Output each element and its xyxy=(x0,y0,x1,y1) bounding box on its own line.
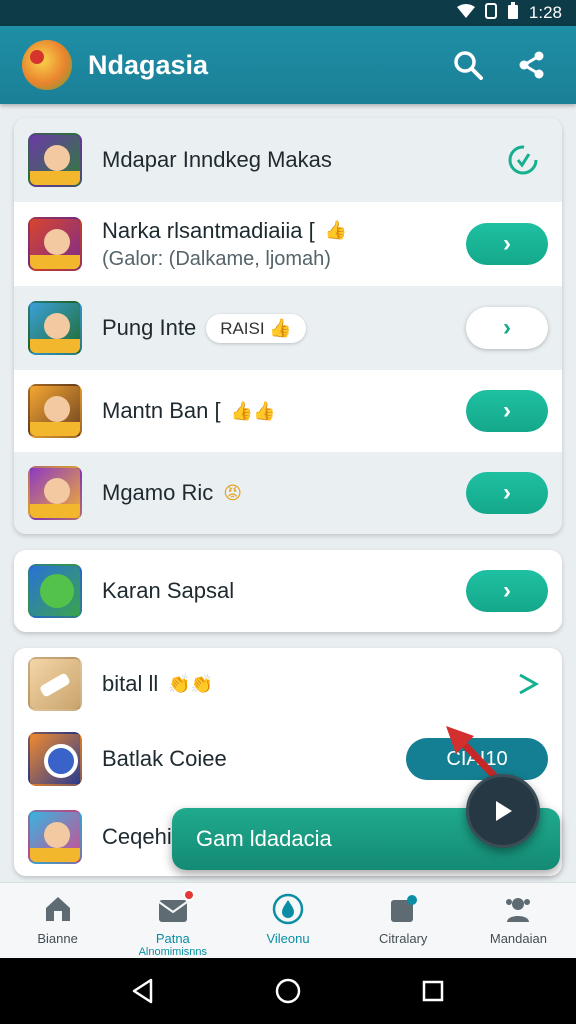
app-thumbnail xyxy=(28,133,82,187)
home-circle-icon xyxy=(275,978,301,1004)
list-item-title: Batlak Coiee xyxy=(102,746,227,771)
app-list-card-1: Mdapar Inndkeg Makas Narka rlsantmadiaii… xyxy=(14,118,562,534)
angry-face-icon: 😡 xyxy=(223,482,243,503)
open-button[interactable]: › xyxy=(466,472,548,514)
profile-icon xyxy=(502,893,534,925)
notification-badge xyxy=(182,889,195,901)
app-bar: Ndagasia xyxy=(0,26,576,104)
list-item-title: Pung Inte xyxy=(102,315,197,340)
chevron-right-icon: › xyxy=(503,577,511,604)
share-icon xyxy=(519,51,544,79)
back-button[interactable] xyxy=(121,969,165,1013)
open-button[interactable]: › xyxy=(466,223,548,265)
open-button[interactable]: › xyxy=(466,307,548,349)
list-item[interactable]: Mdapar Inndkeg Makas xyxy=(14,118,562,202)
floating-action-label: Gam ldadacia xyxy=(196,826,332,851)
recents-button[interactable] xyxy=(411,969,455,1013)
chevron-right-icon: › xyxy=(503,397,511,424)
vibrate-icon xyxy=(484,3,497,23)
list-item-title: Karan Sapsal xyxy=(102,578,235,603)
share-button[interactable] xyxy=(510,43,554,87)
home-button[interactable] xyxy=(266,969,310,1013)
app-title: Ndagasia xyxy=(88,49,209,80)
app-thumbnail xyxy=(28,732,82,786)
list-item[interactable]: Narka rlsantmadiaiia [ 👍 (Galor: (Dalkam… xyxy=(14,202,562,286)
list-item-title: Mgamo Ric xyxy=(102,480,214,505)
list-item[interactable]: Pung Inte RAISI 👍 › xyxy=(14,286,562,370)
search-button[interactable] xyxy=(446,43,490,87)
thumbs-up-icon: 👍 xyxy=(324,220,348,240)
open-button[interactable]: › xyxy=(466,390,548,432)
app-thumbnail xyxy=(28,384,82,438)
nav-label: Vileonu xyxy=(266,931,310,946)
thumbs-up-icon: 👍 xyxy=(269,317,292,338)
wifi-icon xyxy=(456,4,475,22)
app-thumbnail xyxy=(28,301,82,355)
list-item-title: Mantn Ban [ xyxy=(102,398,221,423)
status-time: 1:28 xyxy=(528,3,562,22)
list-item[interactable]: Mantn Ban [ 👍👍 › xyxy=(14,370,562,452)
list-item-subtitle: (Galor: (Dalkame, ljomah) xyxy=(102,247,331,270)
list-item[interactable]: Mgamo Ric 😡 › xyxy=(14,452,562,534)
chevron-right-icon: › xyxy=(503,479,511,506)
refresh-icon[interactable] xyxy=(506,143,540,177)
water-drop-icon xyxy=(272,893,304,925)
list-item-title: Narka rlsantmadiaiia [ xyxy=(102,217,315,243)
status-bar: 1:28 xyxy=(0,0,576,26)
nav-item-profile[interactable]: Mandaian xyxy=(461,883,576,958)
library-icon xyxy=(387,893,419,925)
list-item[interactable]: bital ll 👏👏 xyxy=(14,648,562,720)
tag-pill: RAISI 👍 xyxy=(206,313,306,343)
nav-sublabel: Alnomimisnns xyxy=(138,946,208,958)
nav-label: Citralary xyxy=(379,931,428,946)
open-button[interactable]: › xyxy=(466,570,548,612)
back-triangle-icon xyxy=(132,978,152,1004)
nav-label: Mandaian xyxy=(489,931,547,946)
bottom-navigation: Bianne Patna Alnomimisnns Vileonu Citral… xyxy=(0,882,576,958)
app-thumbnail xyxy=(28,217,82,271)
app-list-card-2: Karan Sapsal › xyxy=(14,550,562,632)
app-logo xyxy=(22,40,72,90)
home-icon xyxy=(42,893,74,925)
battery-icon xyxy=(507,2,519,24)
play-icon xyxy=(496,801,512,821)
nav-item-videos[interactable]: Vileonu xyxy=(230,883,345,958)
thumbs-up-icon: 👍👍 xyxy=(230,400,276,421)
mail-icon xyxy=(157,889,195,925)
play-button[interactable] xyxy=(466,774,540,848)
list-item-title: bital ll xyxy=(102,671,159,696)
list-item-title: Mdapar Inndkeg Makas xyxy=(102,147,332,172)
app-thumbnail xyxy=(28,810,82,864)
app-thumbnail xyxy=(28,564,82,618)
nav-item-notifications[interactable]: Patna Alnomimisnns xyxy=(115,883,230,958)
chevron-right-icon: › xyxy=(503,230,511,257)
app-thumbnail xyxy=(28,466,82,520)
nav-label: Patna xyxy=(155,931,190,946)
nav-label: Bianne xyxy=(37,931,78,946)
nav-item-library[interactable]: Citralary xyxy=(346,883,461,958)
nav-item-home[interactable]: Bianne xyxy=(0,883,115,958)
list-item[interactable]: Karan Sapsal › xyxy=(14,550,562,632)
recents-square-icon xyxy=(423,980,444,1002)
app-thumbnail xyxy=(28,657,82,711)
system-navigation-bar xyxy=(0,958,576,1024)
next-arrow-icon[interactable] xyxy=(512,669,542,699)
clap-icon: 👏👏 xyxy=(168,673,214,694)
chevron-right-icon: › xyxy=(503,314,511,341)
search-icon xyxy=(454,51,483,80)
